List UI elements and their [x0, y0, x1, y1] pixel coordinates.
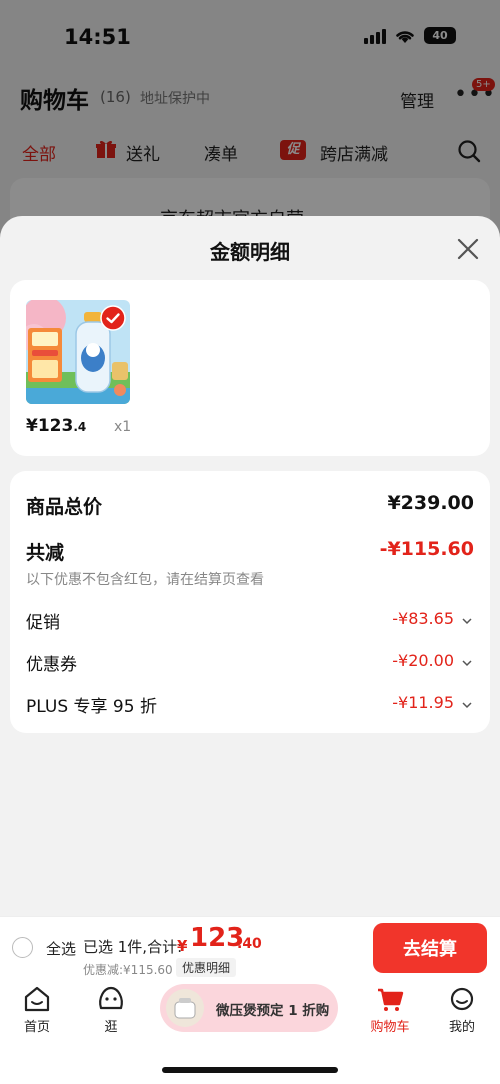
amount-detail-sheet: 金额明细 ¥123.4 x1 商品总价 ¥239.00 共减 -¥115.60 … — [0, 216, 500, 916]
coupon-value[interactable]: -¥20.00 — [392, 651, 454, 670]
cooker-product-thumbnail — [166, 989, 204, 1027]
tab-cart-label: 购物车 — [370, 1020, 410, 1035]
coupon-label: 优惠券 — [26, 655, 77, 675]
tab-home[interactable]: 首页 — [7, 984, 67, 1035]
amount-summary-card: 商品总价 ¥239.00 共减 -¥115.60 以下优惠不包含红包，请在结算页… — [10, 471, 490, 733]
price-integer: 123 — [37, 416, 74, 436]
total-decimal: .40 — [237, 936, 262, 952]
promo-text: 微压煲预定 1 折购 — [216, 1003, 330, 1019]
tab-browse-label: 逛 — [104, 1020, 118, 1035]
select-all-label[interactable]: 全选 — [46, 938, 76, 959]
total-price-label: 商品总价 — [26, 496, 103, 518]
selected-check-icon — [100, 305, 126, 331]
discount-amount: 优惠减:¥115.60 — [83, 963, 173, 977]
sheet-title: 金额明细 — [210, 240, 290, 264]
total-reduction-value: -¥115.60 — [379, 538, 474, 560]
tab-mine[interactable]: 我的 — [432, 984, 492, 1035]
price-decimal: .4 — [73, 420, 87, 434]
tab-mine-label: 我的 — [448, 1020, 475, 1035]
checkout-bar: 全选 已选 1件,合计: ¥ 123 .40 优惠减:¥115.60 优惠明细 … — [0, 916, 500, 978]
reduction-note: 以下优惠不包含红包，请在结算页查看 — [26, 572, 264, 588]
product-price: ¥123.4 — [26, 416, 86, 436]
profile-icon — [450, 987, 474, 1011]
checkout-button[interactable]: 去结算 — [373, 923, 487, 973]
discount-detail-button[interactable]: 优惠明细 — [176, 958, 237, 977]
home-icon — [24, 986, 50, 1012]
cart-icon — [378, 988, 404, 1011]
chevron-down-icon[interactable] — [462, 701, 472, 709]
plus-discount-label: PLUS 专享 95 折 — [26, 697, 157, 717]
chevron-down-icon[interactable] — [462, 659, 472, 667]
total-price-value: ¥239.00 — [387, 492, 474, 514]
tab-browse[interactable]: 逛 — [81, 984, 141, 1035]
selected-count-text: 已选 1件,合计: — [83, 938, 183, 956]
total-currency: ¥ — [177, 937, 188, 955]
bottom-tab-bar: 首页 逛 微压煲预定 1 折购 购物车 我的 — [0, 978, 500, 1084]
select-all-checkbox[interactable] — [12, 937, 33, 958]
price-symbol: ¥ — [26, 416, 38, 436]
promotion-value[interactable]: -¥83.65 — [392, 609, 454, 628]
promo-banner[interactable]: 微压煲预定 1 折购 — [160, 984, 338, 1032]
product-quantity: x1 — [114, 419, 132, 435]
plus-discount-value[interactable]: -¥11.95 — [392, 693, 454, 712]
promotion-label: 促销 — [26, 613, 60, 633]
home-indicator — [162, 1067, 338, 1073]
product-card: ¥123.4 x1 — [10, 280, 490, 456]
total-reduction-label: 共减 — [26, 542, 65, 564]
chevron-down-icon[interactable] — [462, 617, 472, 625]
tab-home-label: 首页 — [23, 1020, 50, 1035]
browse-icon — [99, 986, 123, 1010]
tab-cart[interactable]: 购物车 — [360, 984, 420, 1035]
close-icon[interactable] — [455, 236, 481, 262]
